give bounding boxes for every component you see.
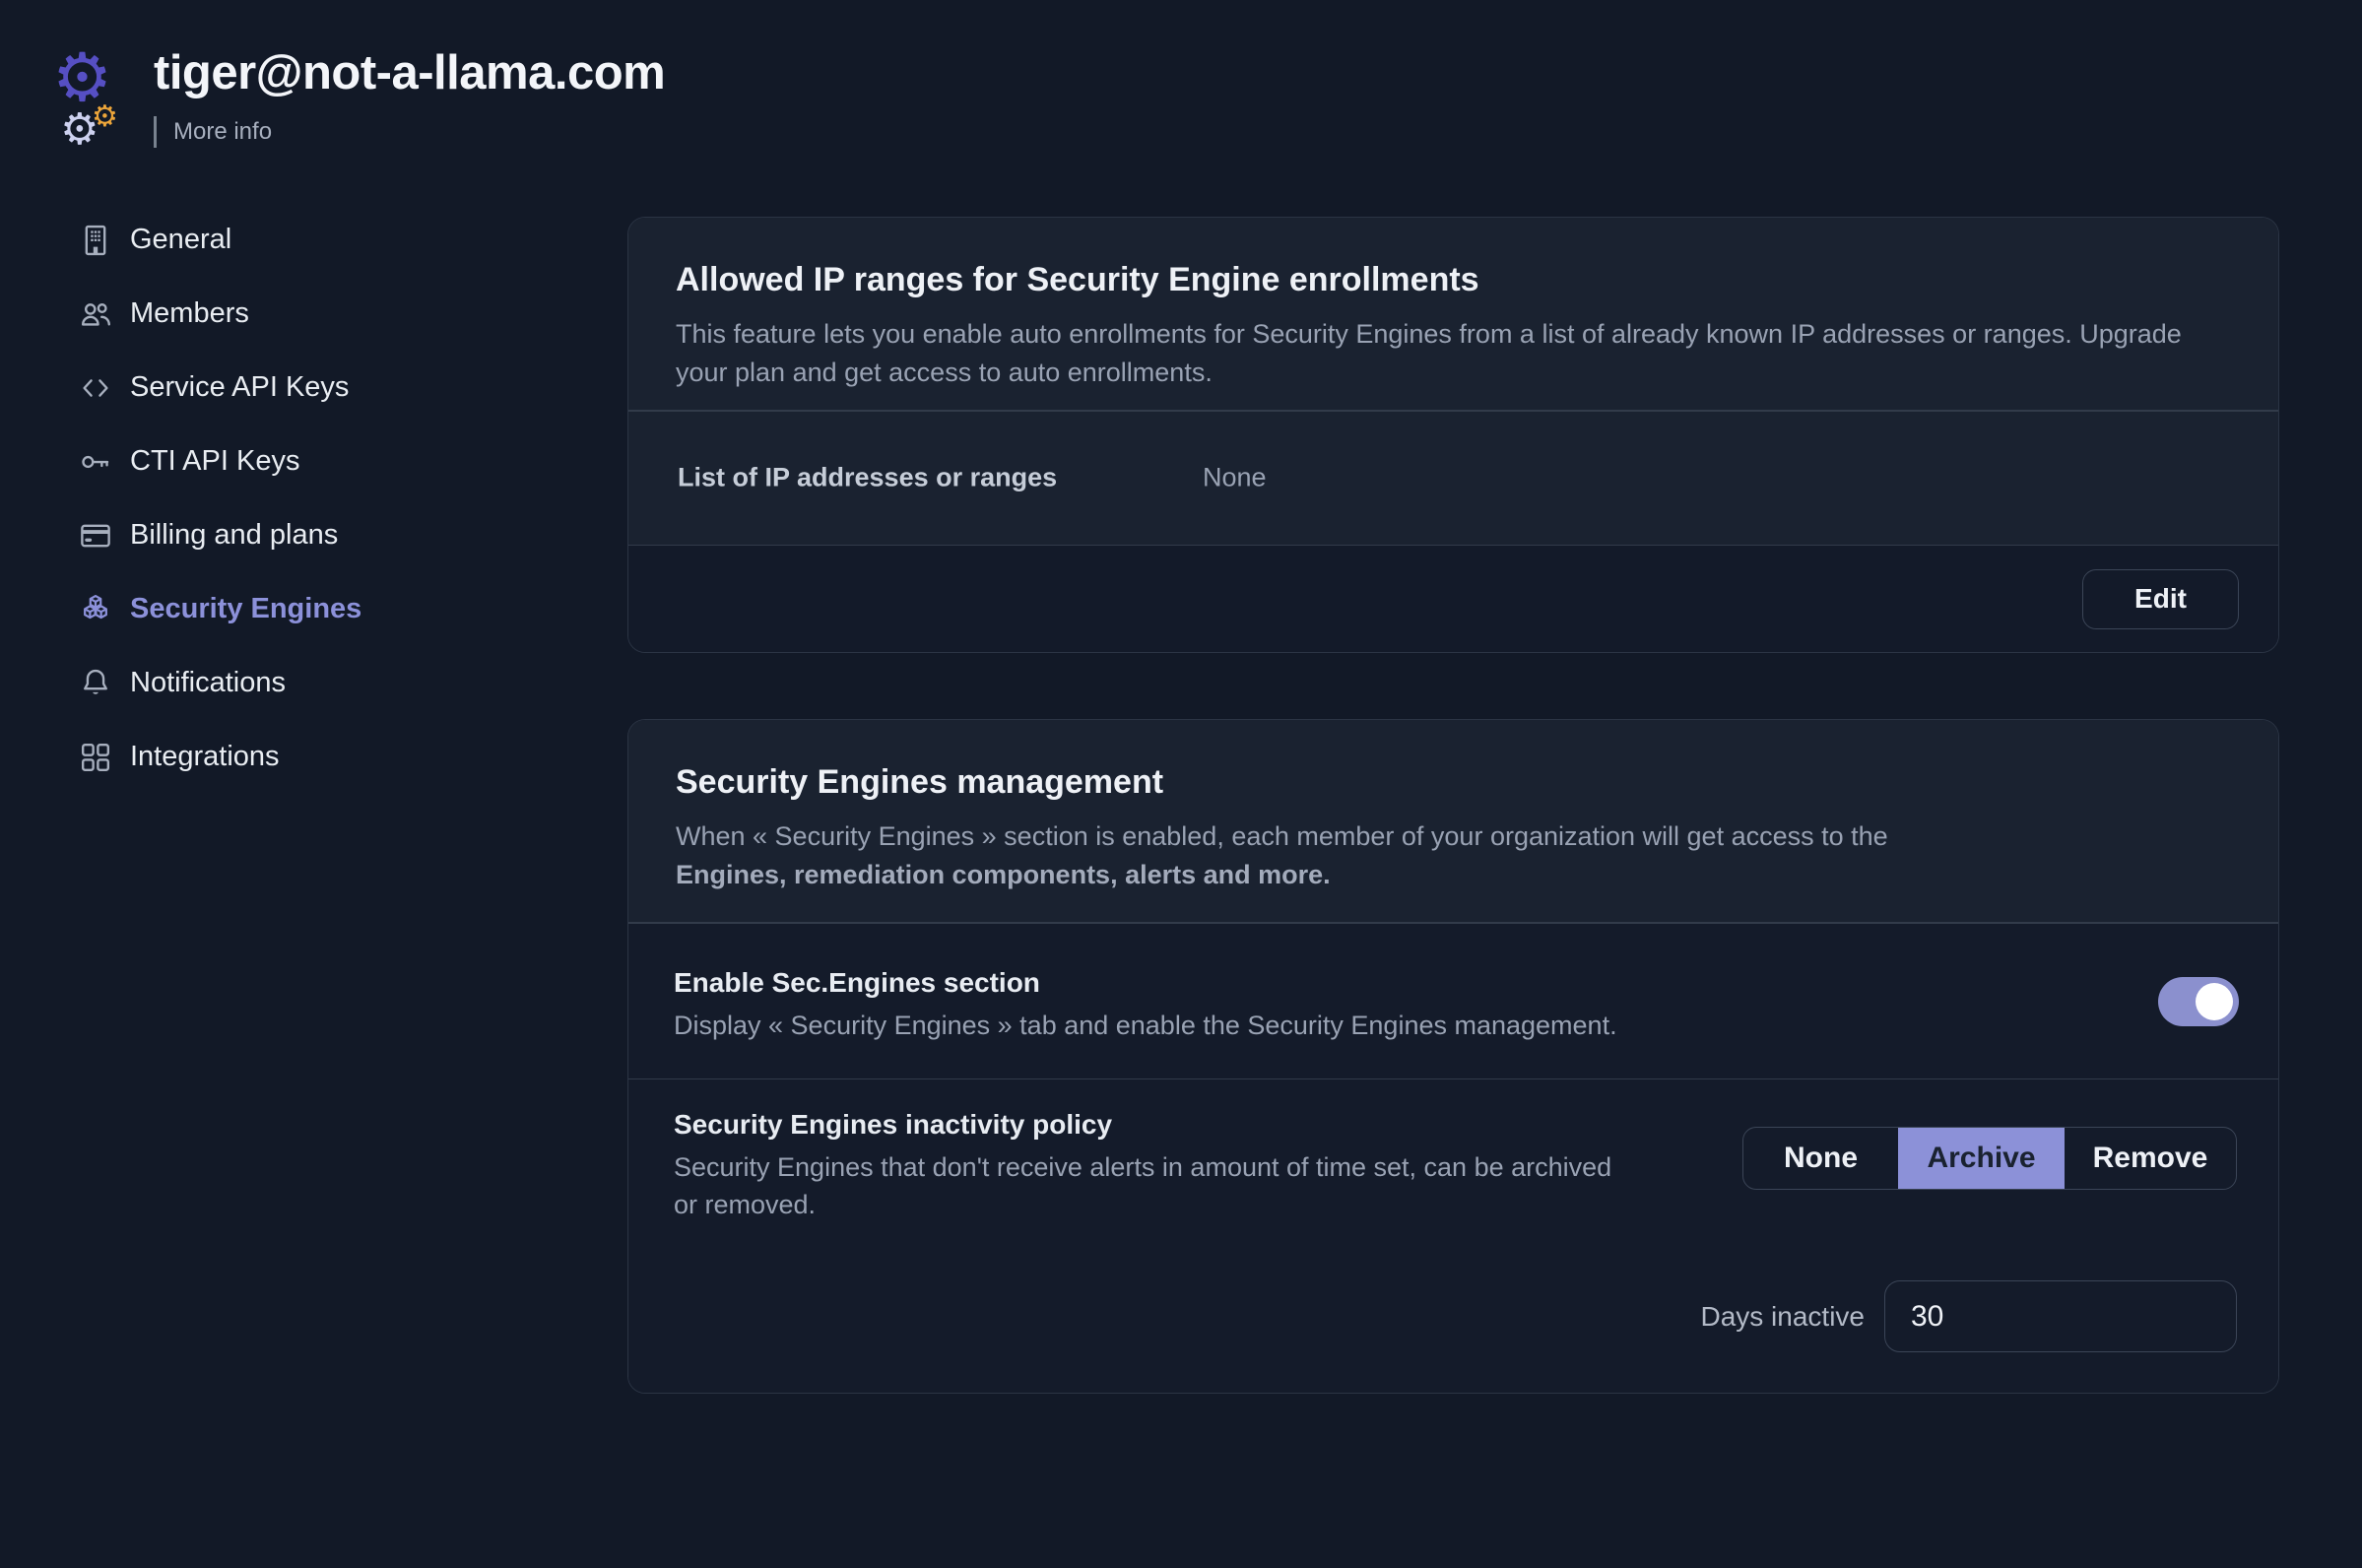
card-title: Allowed IP ranges for Security Engine en… [676,261,2231,299]
cubes-icon [77,591,114,628]
inactivity-policy-section: Security Engines inactivity policy Secur… [628,1079,2278,1393]
page-title: tiger@not-a-llama.com [154,47,1336,100]
gear-medium-icon: ⚙ [60,108,98,152]
sidebar-item-billing[interactable]: Billing and plans [77,498,550,572]
credit-card-icon [77,517,114,555]
ip-list-value: None [1203,463,1267,493]
sidebar-item-integrations[interactable]: Integrations [77,720,550,794]
days-inactive-row: Days inactive [1700,1280,2237,1352]
bell-icon [77,665,114,702]
description-bold: Engines, remediation components, alerts … [676,860,1331,889]
code-icon [77,369,114,407]
inactivity-policy-segmented-control: None Archive Remove [1742,1127,2237,1190]
allowed-ip-ranges-card: Allowed IP ranges for Security Engine en… [627,217,2279,653]
policy-option-archive[interactable]: Archive [1898,1128,2065,1189]
gears-logo-icon: ⚙ ⚙ ⚙ [54,51,123,155]
inactivity-policy-label: Security Engines inactivity policy [674,1109,1112,1141]
enable-engines-toggle[interactable] [2158,977,2239,1026]
policy-option-remove[interactable]: Remove [2065,1128,2236,1189]
sidebar-item-label: Security Engines [130,593,361,625]
sidebar-item-label: CTI API Keys [130,445,299,478]
grid-icon [77,739,114,776]
more-info-link[interactable]: More info [154,116,1336,148]
key-icon [77,443,114,481]
card-header: Allowed IP ranges for Security Engine en… [628,218,2278,410]
account-settings-page: ⚙ ⚙ ⚙ tiger@not-a-llama.com More info Ge… [0,0,2362,1568]
toggle-knob [2196,983,2233,1020]
sidebar-item-service-api-keys[interactable]: Service API Keys [77,351,550,425]
ip-list-label: List of IP addresses or ranges [678,463,1057,493]
card-title: Security Engines management [676,763,2231,802]
building-icon [77,222,114,259]
sidebar-item-label: Members [130,297,249,330]
security-engines-management-card: Security Engines management When « Secur… [627,719,2279,1394]
policy-option-none[interactable]: None [1743,1128,1898,1189]
days-inactive-input[interactable] [1884,1280,2237,1352]
sidebar-item-notifications[interactable]: Notifications [77,646,550,720]
card-footer: Edit [628,546,2278,652]
sidebar-item-label: Service API Keys [130,371,349,404]
sidebar-item-general[interactable]: General [77,203,550,277]
sidebar-item-label: General [130,224,231,256]
card-description: This feature lets you enable auto enroll… [676,315,2198,392]
sidebar-item-label: Notifications [130,667,286,699]
description-regular: When « Security Engines » section is ena… [676,821,1888,851]
sidebar-item-label: Integrations [130,741,280,773]
settings-sidebar: General Members Service API Keys [77,203,550,794]
sidebar-item-cti-api-keys[interactable]: CTI API Keys [77,425,550,498]
members-icon [77,295,114,333]
card-description: When « Security Engines » section is ena… [676,817,2198,894]
enable-engines-label: Enable Sec.Engines section [674,967,1040,999]
inactivity-policy-description: Security Engines that don't receive aler… [674,1148,1624,1223]
sidebar-item-members[interactable]: Members [77,277,550,351]
days-inactive-label: Days inactive [1700,1301,1865,1333]
more-info-divider [154,116,157,148]
ip-ranges-row: List of IP addresses or ranges None [628,412,2278,545]
card-header: Security Engines management When « Secur… [628,720,2278,922]
enable-engines-description: Display « Security Engines » tab and ena… [674,1007,1617,1044]
enable-engines-row: Enable Sec.Engines section Display « Sec… [628,924,2278,1078]
edit-button[interactable]: Edit [2082,569,2239,629]
sidebar-item-label: Billing and plans [130,519,338,552]
sidebar-item-security-engines[interactable]: Security Engines [77,572,550,646]
